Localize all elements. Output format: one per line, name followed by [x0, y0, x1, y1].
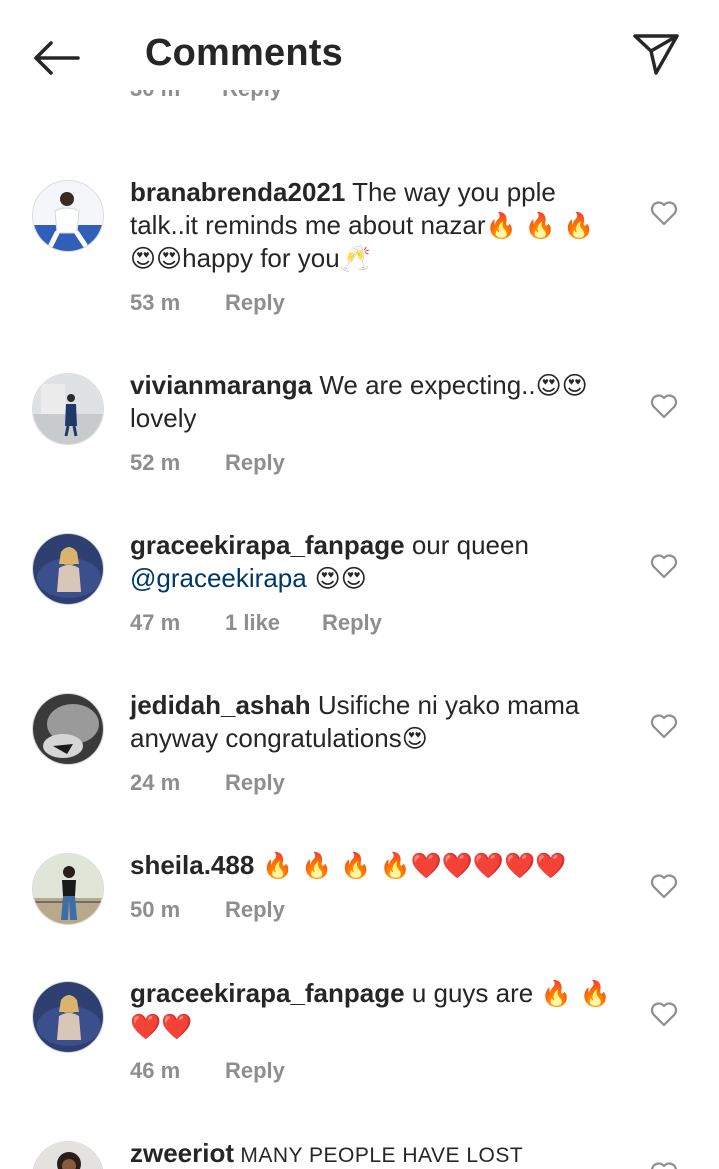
comment-username[interactable]: vivianmaranga [130, 370, 312, 400]
comment-time: 50 m [130, 897, 181, 922]
page-title: Comments [145, 32, 343, 74]
avatar[interactable] [32, 853, 104, 925]
comment-emoji: 😍 [401, 724, 428, 753]
comment-time: 52 m [130, 450, 181, 475]
comment-emoji: 🔥 🔥 🔥 🔥❤️❤️❤️❤️❤️ [254, 851, 567, 880]
app-header: Comments [0, 0, 719, 112]
comment-time: 53 m [130, 290, 181, 315]
comment-time: 46 m [130, 1058, 181, 1083]
comment-message: happy for you [182, 243, 340, 273]
comment-time: 24 m [130, 770, 181, 795]
paper-plane-icon [633, 34, 679, 75]
comment-message: lovely [130, 403, 197, 433]
previous-comment-meta: 30 m Reply [130, 90, 282, 120]
comment-meta: 53 m Reply [130, 290, 285, 316]
comment-emoji: 😍😍 [535, 371, 588, 400]
reply-button[interactable]: Reply [222, 90, 282, 106]
heart-outline-icon[interactable] [650, 1001, 678, 1027]
comment-text: jedidah_ashah Usifiche ni yako mama anyw… [130, 689, 625, 755]
comment-text: vivianmaranga We are expecting..😍😍 lovel… [130, 369, 625, 435]
comment-message: our queen [404, 530, 529, 560]
comment-meta: 46 m Reply [130, 1058, 285, 1084]
comment-meta: 47 m 1 like Reply [130, 610, 382, 636]
heart-outline-icon[interactable] [650, 1161, 678, 1169]
avatar[interactable] [32, 1141, 104, 1169]
avatar[interactable] [32, 180, 104, 252]
comment-username[interactable]: graceekirapa_fanpage [130, 978, 405, 1008]
comment-username[interactable]: jedidah_ashah [130, 690, 311, 720]
reply-button[interactable]: Reply [225, 290, 285, 316]
comment-username[interactable]: graceekirapa_fanpage [130, 530, 405, 560]
likes-count[interactable]: 1 like [225, 610, 322, 636]
heart-outline-icon[interactable] [650, 553, 678, 579]
heart-outline-icon[interactable] [650, 393, 678, 419]
comment-emoji: 🔥 🔥 [485, 211, 556, 240]
arrow-left-icon [34, 41, 80, 75]
avatar[interactable] [32, 533, 104, 605]
comment-username[interactable]: zweeriot [130, 1138, 234, 1168]
reply-button[interactable]: Reply [225, 450, 285, 476]
heart-outline-icon[interactable] [650, 200, 678, 226]
mention-link[interactable]: @graceekirapa [130, 563, 307, 593]
comment-text: branabrenda2021 The way you pple talk..i… [130, 176, 625, 275]
comment-meta: 50 m Reply [130, 897, 285, 923]
heart-outline-icon[interactable] [650, 873, 678, 899]
comment-time: 30 m [130, 90, 180, 106]
comment-message: u guys are [404, 978, 541, 1008]
comment-text: zweeriot MANY PEOPLE HAVE LOST [130, 1137, 625, 1169]
reply-button[interactable]: Reply [322, 610, 382, 636]
comment-meta: 24 m Reply [130, 770, 285, 796]
comment-text: graceekirapa_fanpage our queen @graceeki… [130, 529, 625, 595]
reply-button[interactable]: Reply [225, 1058, 285, 1084]
share-button[interactable] [628, 28, 684, 80]
comment-time: 47 m [130, 610, 181, 635]
comment-username[interactable]: sheila.488 [130, 850, 254, 880]
heart-outline-icon[interactable] [650, 713, 678, 739]
reply-button[interactable]: Reply [225, 897, 285, 923]
comment-emoji: 🥂 [339, 244, 371, 273]
comment-username[interactable]: branabrenda2021 [130, 177, 345, 207]
avatar[interactable] [32, 373, 104, 445]
avatar[interactable] [32, 693, 104, 765]
comment-meta: 52 m Reply [130, 450, 285, 476]
comment-text: sheila.488 🔥 🔥 🔥 🔥❤️❤️❤️❤️❤️ [130, 849, 625, 882]
comment-message: MANY PEOPLE HAVE LOST [234, 1144, 524, 1167]
comment-message: We are expecting.. [312, 370, 536, 400]
comment-text: graceekirapa_fanpage u guys are 🔥 🔥 ❤️❤️ [130, 977, 625, 1043]
comment-emoji: 😍😍 [306, 564, 367, 593]
reply-button[interactable]: Reply [225, 770, 285, 796]
avatar[interactable] [32, 981, 104, 1053]
back-button[interactable] [28, 34, 84, 82]
